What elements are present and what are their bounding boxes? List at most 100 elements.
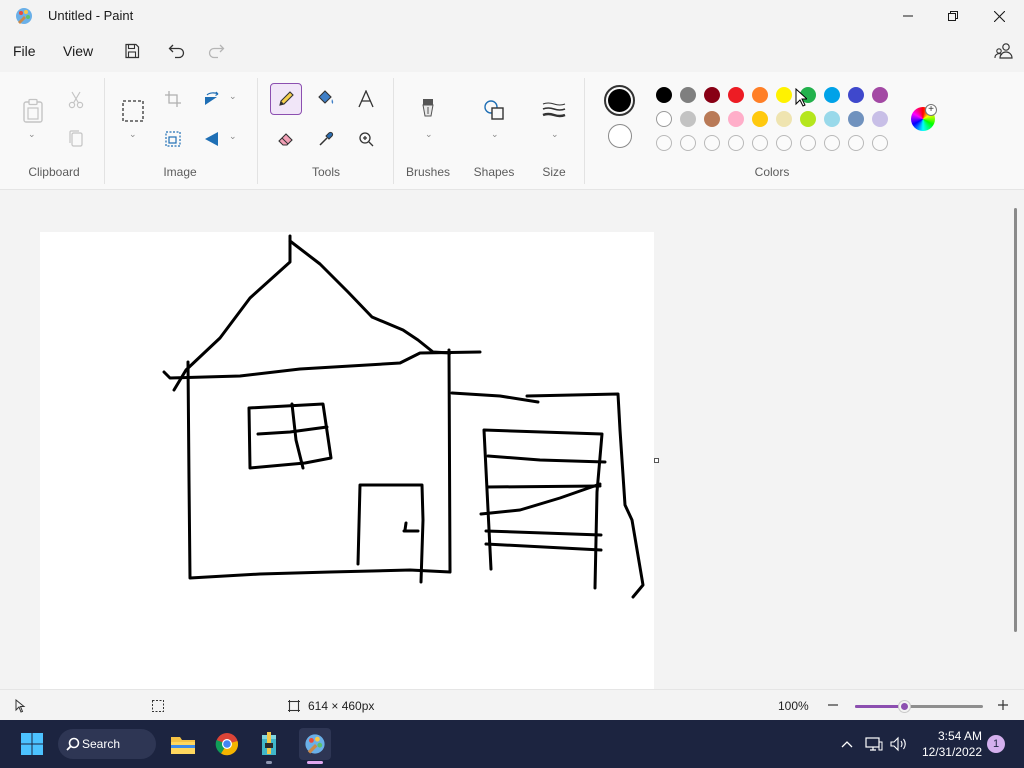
flip-button[interactable] [196, 123, 228, 155]
show-hidden-icons-button[interactable] [837, 734, 857, 754]
select-button[interactable] [116, 94, 150, 128]
flip-dropdown-icon[interactable]: ⌄ [229, 131, 237, 142]
color-swatch[interactable] [848, 111, 864, 127]
canvas-size-icon [288, 700, 300, 712]
custom-color-slot[interactable] [728, 135, 744, 151]
shapes-button[interactable] [478, 94, 510, 126]
color-swatch[interactable] [752, 111, 768, 127]
edit-colors-button[interactable]: + [911, 104, 937, 131]
paint-taskbar-button[interactable] [299, 728, 331, 760]
primary-color-button[interactable] [604, 85, 635, 116]
vertical-scrollbar[interactable] [1014, 208, 1017, 632]
color-swatch[interactable] [824, 87, 840, 103]
eyedropper-icon [319, 131, 334, 146]
color-swatch[interactable] [776, 87, 792, 103]
restore-button[interactable] [930, 0, 976, 32]
network-button[interactable] [864, 734, 884, 754]
cut-button[interactable] [60, 84, 92, 116]
custom-color-slot[interactable] [704, 135, 720, 151]
custom-color-slot[interactable] [680, 135, 696, 151]
tools-group-label: Tools [311, 165, 340, 179]
shapes-dropdown-icon[interactable]: ⌄ [491, 129, 499, 140]
custom-color-slot[interactable] [656, 135, 672, 151]
magnifier-tool[interactable] [350, 123, 382, 155]
drawing-canvas[interactable] [40, 232, 654, 689]
save-icon [125, 43, 140, 59]
clock-date: 12/31/2022 [921, 745, 982, 759]
custom-color-slot[interactable] [800, 135, 816, 151]
colors-group-label: Colors [754, 165, 790, 179]
minimize-button[interactable] [885, 0, 931, 32]
color-picker-tool[interactable] [310, 123, 342, 155]
color-swatch[interactable] [872, 87, 888, 103]
chrome-button[interactable] [211, 728, 243, 760]
eraser-tool[interactable] [270, 123, 302, 155]
taskbar-clock[interactable]: 3:54 AM 12/31/2022 [910, 728, 982, 760]
brushes-dropdown-icon[interactable]: ⌄ [425, 129, 433, 140]
volume-button[interactable] [889, 734, 909, 754]
file-menu[interactable]: File [13, 43, 36, 59]
crop-button[interactable] [157, 83, 189, 115]
search-icon [66, 737, 80, 751]
close-button[interactable] [976, 0, 1022, 32]
custom-color-slot[interactable] [752, 135, 768, 151]
custom-color-slot[interactable] [848, 135, 864, 151]
color-swatch[interactable] [680, 87, 696, 103]
color-swatch[interactable] [728, 111, 744, 127]
brushes-button[interactable] [412, 94, 444, 126]
account-button[interactable] [993, 40, 1015, 62]
resize-button[interactable] [157, 123, 189, 155]
view-menu[interactable]: View [63, 43, 93, 59]
file-explorer-button[interactable] [167, 728, 199, 760]
canvas-size-text: 614 × 460px [308, 699, 375, 713]
save-button[interactable] [121, 40, 143, 62]
network-icon [865, 737, 883, 751]
copy-button[interactable] [60, 123, 92, 155]
color-swatch[interactable] [824, 111, 840, 127]
menu-bar: File View [0, 32, 1024, 72]
size-button[interactable] [538, 94, 570, 126]
notification-badge[interactable]: 1 [987, 735, 1005, 753]
color-swatch[interactable] [800, 111, 816, 127]
rotate-button[interactable] [196, 83, 228, 115]
color-swatch[interactable] [680, 111, 696, 127]
color-swatch[interactable] [872, 111, 888, 127]
zoom-slider[interactable] [855, 701, 983, 712]
ribbon-separator [393, 78, 394, 184]
fill-tool[interactable] [310, 83, 342, 115]
size-dropdown-icon[interactable]: ⌄ [551, 129, 559, 140]
taskbar-search[interactable]: Search [58, 729, 156, 759]
color-swatch[interactable] [752, 87, 768, 103]
color-swatch[interactable] [656, 111, 672, 127]
cut-icon [68, 91, 84, 109]
zoom-level-text[interactable]: 100% [778, 699, 809, 713]
custom-color-slot[interactable] [776, 135, 792, 151]
redo-icon [208, 44, 225, 59]
color-swatch[interactable] [776, 111, 792, 127]
color-swatch[interactable] [848, 87, 864, 103]
pencil-tool[interactable] [270, 83, 302, 115]
canvas-resize-handle[interactable] [654, 458, 659, 463]
start-button[interactable] [16, 728, 48, 760]
clock-time: 3:54 AM [937, 729, 982, 743]
custom-color-slot[interactable] [824, 135, 840, 151]
paste-button[interactable] [16, 94, 50, 128]
zoom-in-icon[interactable] [997, 699, 1009, 711]
line-size-icon [542, 102, 566, 118]
zoom-out-icon[interactable] [827, 699, 839, 711]
archive-app-button[interactable] [253, 728, 285, 760]
paste-dropdown-icon[interactable]: ⌄ [28, 129, 36, 140]
eraser-icon [278, 133, 293, 146]
secondary-color-button[interactable] [608, 124, 632, 148]
color-swatch[interactable] [728, 87, 744, 103]
color-swatch[interactable] [704, 111, 720, 127]
select-dropdown-icon[interactable]: ⌄ [129, 129, 137, 140]
zoom-slider-thumb[interactable] [899, 701, 911, 712]
undo-button[interactable] [166, 40, 188, 62]
color-swatch[interactable] [656, 87, 672, 103]
rotate-dropdown-icon[interactable]: ⌄ [229, 91, 237, 102]
text-tool[interactable] [350, 83, 382, 115]
redo-button[interactable] [205, 40, 227, 62]
custom-color-slot[interactable] [872, 135, 888, 151]
color-swatch[interactable] [704, 87, 720, 103]
